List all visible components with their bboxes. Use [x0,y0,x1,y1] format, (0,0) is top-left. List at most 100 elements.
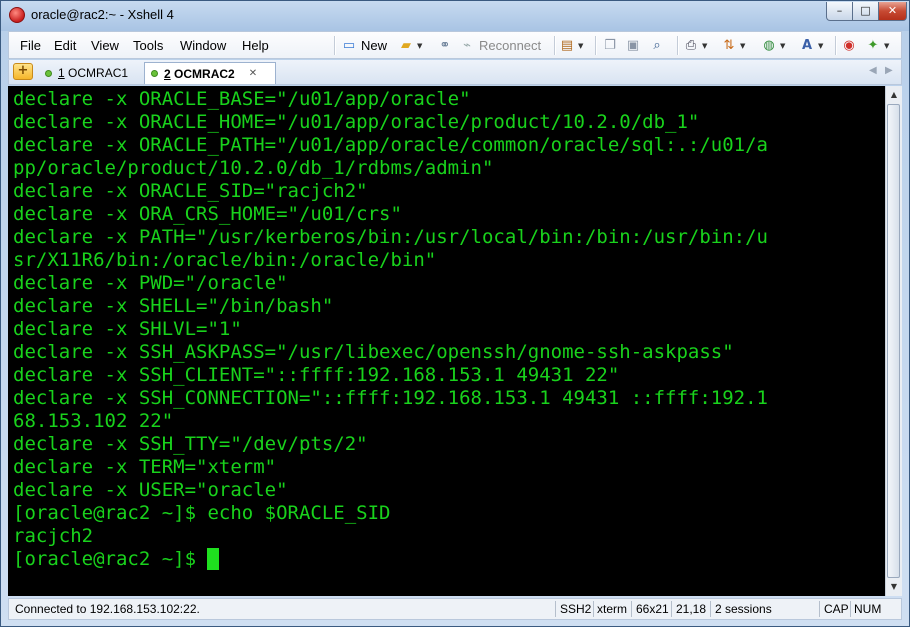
paste-button[interactable]: ▣ [625,37,641,54]
chevron-down-icon: ▼ [740,41,746,50]
terminal-line: 68.153.102 22" [13,410,174,432]
menu-edit[interactable]: Edit [54,38,76,53]
new-session-button[interactable]: ▭ New [341,37,387,54]
properties-button[interactable]: ▤ ▼ [559,37,584,54]
terminal-view[interactable]: declare -x ORACLE_BASE="/u01/app/oracle"… [8,86,885,596]
status-separator [819,601,820,617]
new-session-icon: ▭ [342,37,356,53]
print-button[interactable]: ⎙ ▼ [683,37,708,54]
terminal-line: declare -x PATH="/usr/kerberos/bin:/usr/… [13,226,768,248]
open-folder-button[interactable]: ▰ ▼ [398,37,422,54]
terminal-line: [oracle@rac2 ~]$ echo $ORACLE_SID [13,502,391,524]
maximize-button[interactable]: □ [853,2,879,21]
terminal-scrollbar[interactable]: ▲ ▼ [885,86,902,596]
reconnect-button[interactable]: ⌁ Reconnect [459,37,541,54]
status-separator [710,601,711,617]
link-icon: ⚭ [439,37,451,53]
terminal-line: declare -x SSH_CONNECTION="::ffff:192.16… [13,387,768,409]
tab-scroll-right-icon[interactable]: ▶ [885,65,893,76]
link-button[interactable]: ⚭ [437,37,453,54]
xshell-window: oracle@rac2:~ - Xshell 4 – □ ✕ File Edit… [0,0,910,627]
terminal-size-status: 66x21 [636,602,669,616]
xftp-icon: ✦ [867,37,879,53]
status-separator [671,601,672,617]
scroll-up-icon[interactable]: ▲ [886,87,902,103]
terminal-line: declare -x PWD="/oracle" [13,272,288,294]
reconnect-label: Reconnect [479,38,542,53]
copy-button[interactable]: ❐ [602,37,618,54]
find-button[interactable]: ⌕ [649,37,665,54]
new-label: New [361,38,388,53]
transfer-button[interactable]: ⇅ ▼ [721,37,746,54]
terminal-line: pp/oracle/product/10.2.0/db_1/rdbms/admi… [13,157,494,179]
chevron-down-icon: ▼ [702,41,708,50]
xshell-app-icon[interactable] [9,7,25,23]
scroll-thumb[interactable] [887,104,900,578]
chevron-down-icon: ▼ [780,41,786,50]
num-lock-status: NUM [854,602,882,616]
chevron-down-icon: ▼ [417,41,423,50]
terminal-type-status: xterm [597,602,627,616]
reconnect-icon: ⌁ [463,37,471,53]
terminal-output: declare -x ORACLE_BASE="/u01/app/oracle"… [13,88,768,571]
properties-icon: ▤ [560,37,574,53]
chevron-down-icon: ▼ [884,41,890,50]
menu-file[interactable]: File [20,38,41,53]
terminal-line: declare -x SSH_ASKPASS="/usr/libexec/ope… [13,341,734,363]
status-separator [850,601,851,617]
connection-status: Connected to 192.168.153.102:22. [15,602,200,616]
globe-icon: ◍ [763,37,775,53]
copy-icon: ❐ [604,37,616,53]
terminal-line: declare -x USER="oracle" [13,479,288,501]
tab-number: 1 [58,66,65,80]
tab-label: OCMRAC1 [68,66,129,80]
add-tab-button[interactable]: + [13,63,33,80]
font-button[interactable]: A ▼ [799,37,823,54]
chevron-down-icon: ▼ [578,41,584,50]
sessions-status: 2 sessions [715,602,772,616]
caps-lock-status: CAP [824,602,849,616]
toolbar-separator [677,36,679,55]
terminal-line: declare -x ORA_CRS_HOME="/u01/crs" [13,203,402,225]
terminal-prompt-line: [oracle@rac2 ~]$ [13,548,768,571]
tab-ocmrac2[interactable]: 2 OCMRAC2 ✕ [144,62,276,84]
chevron-down-icon: ▼ [818,41,824,50]
status-separator [631,601,632,617]
toolbar-separator [835,36,837,55]
shell-prompt: [oracle@rac2 ~]$ [13,548,208,570]
xftp-button[interactable]: ✦ ▼ [865,37,890,54]
tab-ocmrac1[interactable]: 1 OCMRAC1 [39,62,139,84]
terminal-line: declare -x SSH_CLIENT="::ffff:192.168.15… [13,364,620,386]
session-status-icon [151,70,158,77]
paste-icon: ▣ [626,37,640,53]
window-title: oracle@rac2:~ - Xshell 4 [31,7,174,22]
toolbar-separator [554,36,556,55]
terminal-line: declare -x SHLVL="1" [13,318,242,340]
tab-scroll-left-icon[interactable]: ◀ [869,65,877,76]
menu-help[interactable]: Help [242,38,269,53]
tab-close-icon[interactable]: ✕ [249,68,257,79]
folder-icon: ▰ [401,37,411,53]
menu-toolbar: File Edit View Tools Window Help ▭ New ▰… [8,31,902,59]
session-status-icon [45,69,52,77]
terminal-cursor [207,548,220,570]
globe-button[interactable]: ◍ ▼ [761,37,785,54]
close-button[interactable]: ✕ [879,2,907,21]
terminal-line: declare -x SHELL="/bin/bash" [13,295,334,317]
minimize-button[interactable]: – [826,2,853,21]
terminal-line: declare -x TERM="xterm" [13,456,277,478]
menu-view[interactable]: View [91,38,119,53]
xmanager-icon: ◉ [843,37,855,53]
menu-tools[interactable]: Tools [133,38,163,53]
transfer-icon: ⇅ [723,37,735,53]
status-bar: Connected to 192.168.153.102:22. SSH2 xt… [8,598,902,620]
status-separator [593,601,594,617]
title-bar[interactable]: oracle@rac2:~ - Xshell 4 – □ ✕ [1,1,909,29]
terminal-line: declare -x ORACLE_BASE="/u01/app/oracle" [13,88,471,110]
scroll-down-icon[interactable]: ▼ [886,579,902,595]
xmanager-button[interactable]: ◉ [841,37,857,54]
tab-label: OCMRAC2 [174,66,235,81]
toolbar-separator [334,36,336,55]
menu-window[interactable]: Window [180,38,226,53]
toolbar-separator [595,36,597,55]
